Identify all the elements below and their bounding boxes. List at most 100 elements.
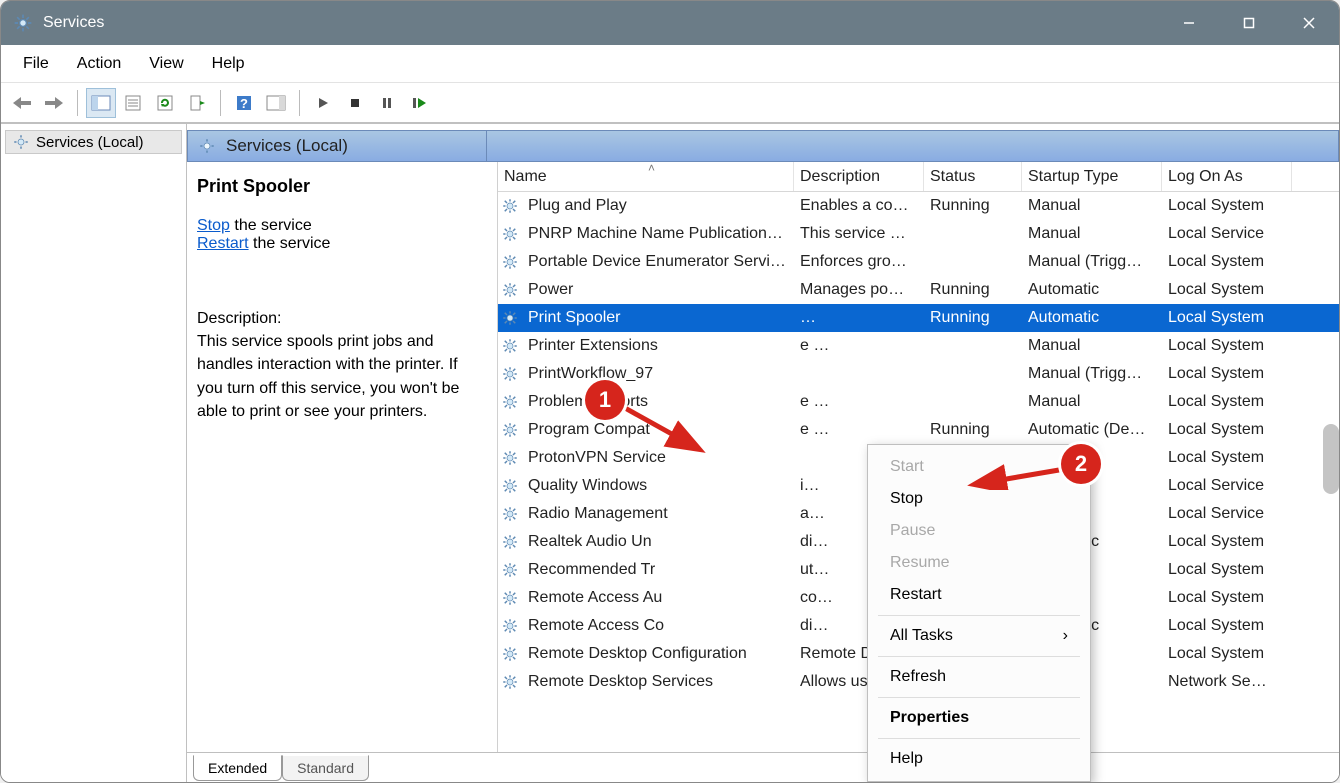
cell-log-on-as: Local System bbox=[1162, 309, 1292, 327]
description-text: This service spools print jobs and handl… bbox=[197, 330, 487, 423]
export-button[interactable] bbox=[182, 88, 212, 118]
stop-service-link[interactable]: Stop bbox=[197, 217, 230, 234]
ctx-pause: Pause bbox=[868, 515, 1090, 547]
stop-service-line: Stop the service bbox=[197, 217, 487, 235]
gear-icon bbox=[501, 421, 519, 439]
gear-icon bbox=[501, 533, 519, 551]
selected-service-title: Print Spooler bbox=[197, 176, 487, 197]
table-row[interactable]: Program Compate …RunningAutomatic (De…Lo… bbox=[498, 416, 1339, 444]
cell-startup: Automatic (De… bbox=[1022, 421, 1162, 439]
cell-log-on-as: Local Service bbox=[1162, 477, 1292, 495]
cell-startup: Automatic bbox=[1022, 281, 1162, 299]
gear-icon bbox=[501, 673, 519, 691]
properties-button[interactable] bbox=[118, 88, 148, 118]
col-status[interactable]: Status bbox=[924, 162, 1022, 191]
col-name[interactable]: Name bbox=[498, 162, 794, 191]
ctx-refresh[interactable]: Refresh bbox=[868, 661, 1090, 693]
nav-back-button[interactable] bbox=[7, 88, 37, 118]
navigation-tree: Services (Local) bbox=[1, 124, 187, 782]
ctx-properties[interactable]: Properties bbox=[868, 702, 1090, 734]
start-service-button[interactable] bbox=[308, 88, 338, 118]
cell-name: Recommended Tr bbox=[522, 561, 794, 579]
cell-log-on-as: Local System bbox=[1162, 589, 1292, 607]
sort-arrow-icon: ˄ bbox=[648, 162, 655, 175]
restart-service-link[interactable]: Restart bbox=[197, 235, 249, 252]
menu-view[interactable]: View bbox=[135, 49, 197, 79]
gear-icon bbox=[12, 133, 30, 151]
gear-icon bbox=[501, 505, 519, 523]
nav-services-local[interactable]: Services (Local) bbox=[5, 130, 182, 154]
table-row[interactable]: PNRP Machine Name Publication…This servi… bbox=[498, 220, 1339, 248]
cell-status: Running bbox=[924, 309, 1022, 327]
tab-standard[interactable]: Standard bbox=[282, 755, 369, 781]
gear-icon bbox=[501, 477, 519, 495]
nav-forward-button[interactable] bbox=[39, 88, 69, 118]
pause-service-button[interactable] bbox=[372, 88, 402, 118]
content-tab-services[interactable]: Services (Local) bbox=[187, 130, 487, 162]
ctx-help[interactable]: Help bbox=[868, 743, 1090, 775]
description-label: Description: bbox=[197, 307, 487, 330]
cell-description: … bbox=[794, 309, 924, 327]
cell-name: Program Compat bbox=[522, 421, 794, 439]
ctx-all-tasks[interactable]: All Tasks› bbox=[868, 620, 1090, 652]
ctx-stop[interactable]: Stop bbox=[868, 483, 1090, 515]
table-row[interactable]: PowerManages po…RunningAutomaticLocal Sy… bbox=[498, 276, 1339, 304]
help-button[interactable]: ? bbox=[229, 88, 259, 118]
cell-log-on-as: Local System bbox=[1162, 421, 1292, 439]
cell-description: e … bbox=[794, 393, 924, 411]
table-row[interactable]: PrintWorkflow_97Manual (Trigg…Local Syst… bbox=[498, 360, 1339, 388]
restart-service-button[interactable] bbox=[404, 88, 434, 118]
gear-icon bbox=[501, 449, 519, 467]
gear-icon bbox=[501, 561, 519, 579]
table-row[interactable]: Portable Device Enumerator Servi…Enforce… bbox=[498, 248, 1339, 276]
tab-extended[interactable]: Extended bbox=[193, 755, 282, 781]
services-app-icon bbox=[13, 13, 33, 33]
table-row[interactable]: Plug and PlayEnables a co…RunningManualL… bbox=[498, 192, 1339, 220]
refresh-button[interactable] bbox=[150, 88, 180, 118]
col-startup[interactable]: Startup Type bbox=[1022, 162, 1162, 191]
close-button[interactable] bbox=[1279, 1, 1339, 45]
gear-icon bbox=[501, 281, 519, 299]
cell-name: Print Spooler bbox=[522, 309, 794, 327]
detail-pane: Print Spooler Stop the service Restart t… bbox=[187, 162, 497, 752]
annotation-badge-1: 1 bbox=[585, 380, 625, 420]
cell-status: Running bbox=[924, 421, 1022, 439]
minimize-button[interactable] bbox=[1159, 1, 1219, 45]
content-tab-label: Services (Local) bbox=[226, 136, 348, 156]
gear-icon bbox=[501, 197, 519, 215]
col-log-on-as[interactable]: Log On As bbox=[1162, 162, 1292, 191]
cell-log-on-as: Network Se… bbox=[1162, 673, 1292, 691]
menu-help[interactable]: Help bbox=[198, 49, 259, 79]
chevron-right-icon: › bbox=[1063, 627, 1068, 645]
cell-description: Manages po… bbox=[794, 281, 924, 299]
ctx-start: Start bbox=[868, 451, 1090, 483]
description-block: Description: This service spools print j… bbox=[197, 307, 487, 423]
cell-name: PNRP Machine Name Publication… bbox=[522, 225, 794, 243]
cell-name: Radio Management bbox=[522, 505, 794, 523]
gear-icon bbox=[501, 225, 519, 243]
title-bar: Services bbox=[1, 1, 1339, 45]
scrollbar[interactable] bbox=[1323, 424, 1339, 494]
gear-icon bbox=[501, 393, 519, 411]
table-row[interactable]: Printer Extensionse …ManualLocal System bbox=[498, 332, 1339, 360]
maximize-button[interactable] bbox=[1219, 1, 1279, 45]
content-header: Services (Local) bbox=[187, 124, 1339, 162]
services-window: Services File Action View Help ? bbox=[0, 0, 1340, 783]
menu-file[interactable]: File bbox=[9, 49, 63, 79]
stop-service-button[interactable] bbox=[340, 88, 370, 118]
gear-icon bbox=[501, 337, 519, 355]
gear-icon bbox=[501, 253, 519, 271]
show-hide-action-pane-button[interactable] bbox=[261, 88, 291, 118]
window-title: Services bbox=[43, 14, 1159, 32]
ctx-restart[interactable]: Restart bbox=[868, 579, 1090, 611]
cell-log-on-as: Local System bbox=[1162, 449, 1292, 467]
cell-description: Enables a co… bbox=[794, 197, 924, 215]
menu-action[interactable]: Action bbox=[63, 49, 135, 79]
cell-name: Plug and Play bbox=[522, 197, 794, 215]
table-row[interactable]: Print Spooler…RunningAutomaticLocal Syst… bbox=[498, 304, 1339, 332]
cell-startup: Automatic bbox=[1022, 309, 1162, 327]
cell-name: Realtek Audio Un bbox=[522, 533, 794, 551]
show-hide-tree-button[interactable] bbox=[86, 88, 116, 118]
col-description[interactable]: Description bbox=[794, 162, 924, 191]
content-area: Services (Local) Print Spooler Stop the … bbox=[187, 124, 1339, 782]
